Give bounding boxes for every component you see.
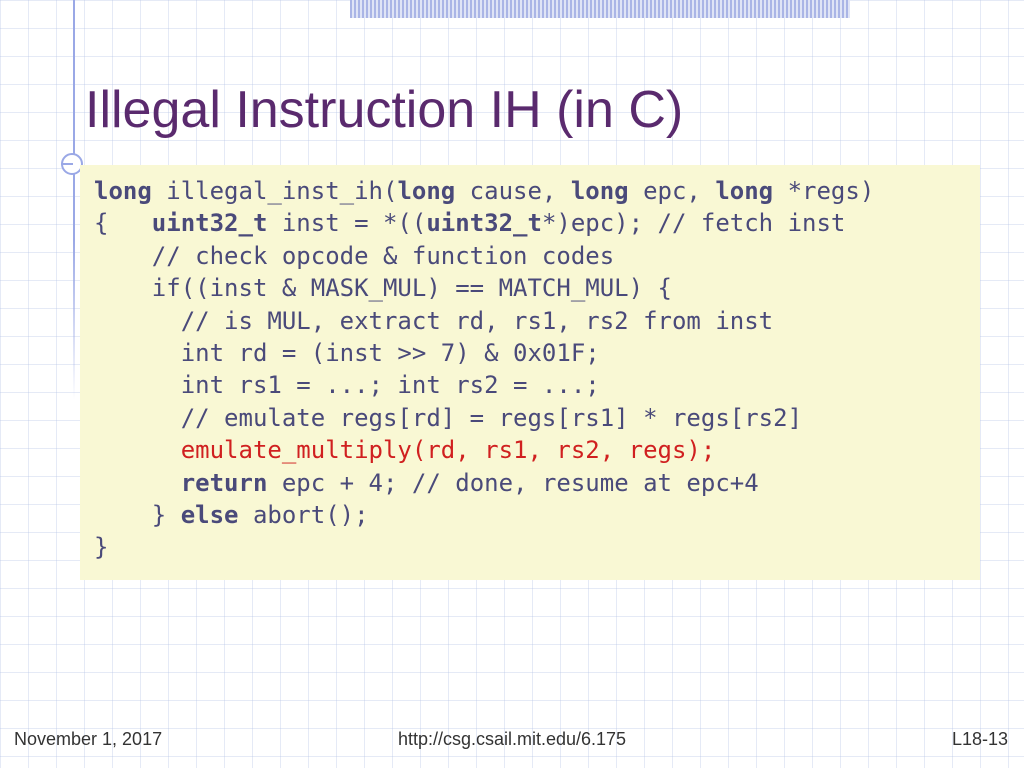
code-highlight: emulate_multiply(rd, rs1, rs2, regs); [94, 436, 715, 464]
code-text: epc, [629, 177, 716, 205]
code-text: } [94, 501, 181, 529]
code-text: int rs1 = ...; int rs2 = ...; [94, 371, 600, 399]
code-kw: return [181, 469, 268, 497]
code-text: *)epc); // fetch inst [542, 209, 845, 237]
code-block: long illegal_inst_ih(long cause, long ep… [80, 165, 980, 580]
footer-url: http://csg.csail.mit.edu/6.175 [398, 729, 626, 750]
code-kw: else [181, 501, 239, 529]
code-text: // is MUL, extract rd, rs1, rs2 from ins… [94, 307, 773, 335]
top-decorative-band [350, 0, 850, 18]
code-kw: long [397, 177, 455, 205]
code-text: } [94, 533, 108, 561]
code-text [94, 469, 181, 497]
code-text: inst = *(( [267, 209, 426, 237]
code-text: cause, [455, 177, 571, 205]
code-text: illegal_inst_ih( [152, 177, 398, 205]
code-text: int rd = (inst >> 7) & 0x01F; [94, 339, 600, 367]
footer-page-number: L18-13 [952, 729, 1008, 750]
footer-date: November 1, 2017 [14, 729, 162, 750]
code-kw: long [715, 177, 773, 205]
code-kw: uint32_t [152, 209, 268, 237]
code-text: // check opcode & function codes [94, 242, 614, 270]
vertical-rule [73, 0, 75, 400]
slide-title: Illegal Instruction IH (in C) [85, 80, 683, 140]
code-kw: uint32_t [426, 209, 542, 237]
code-kw: long [571, 177, 629, 205]
code-text: if((inst & MASK_MUL) == MATCH_MUL) { [94, 274, 672, 302]
code-text: abort(); [239, 501, 369, 529]
code-text: *regs) [773, 177, 874, 205]
code-text: epc + 4; // done, resume at epc+4 [267, 469, 758, 497]
code-text: { [94, 209, 152, 237]
code-text: // emulate regs[rd] = regs[rs1] * regs[r… [94, 404, 802, 432]
code-kw: long [94, 177, 152, 205]
